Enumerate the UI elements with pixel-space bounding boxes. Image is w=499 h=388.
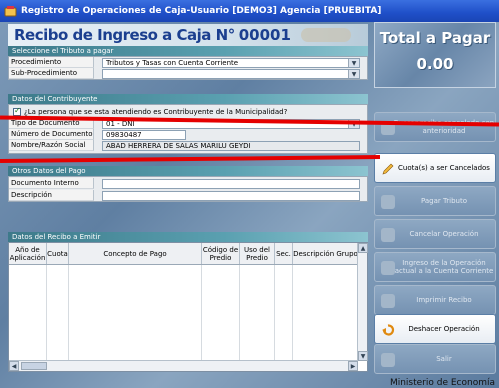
ingreso-cuenta-button[interactable]: Ingreso de la Operación actual a la Cuen… xyxy=(374,252,496,282)
table-column-divider xyxy=(240,265,275,360)
nombre-row: Nombre/Razón Social ABAD HERRERA DE SALA… xyxy=(9,140,367,151)
cancel-icon xyxy=(381,228,395,242)
total-box: Total a Pagar 0.00 xyxy=(374,22,496,88)
table-column-divider xyxy=(69,265,202,360)
scroll-down-icon[interactable]: ▼ xyxy=(358,351,368,361)
doc-interno-label: Documento Interno xyxy=(9,178,94,189)
table-header-row: Año de Aplicación Cuota Concepto de Pago… xyxy=(9,243,358,265)
doc-interno-input[interactable] xyxy=(102,178,360,189)
chevron-down-icon[interactable]: ▼ xyxy=(348,58,359,67)
table-body xyxy=(9,265,358,360)
table-horizontal-scrollbar[interactable]: ◀ ▶ xyxy=(9,360,358,371)
column-header[interactable]: Concepto de Pago xyxy=(69,243,202,264)
descripcion-input[interactable] xyxy=(102,190,360,201)
column-header[interactable]: Sec. xyxy=(275,243,293,264)
imprimir-recibo-label: Imprimir Recibo xyxy=(416,296,472,304)
num-doc-input[interactable]: 09830487 xyxy=(102,129,186,140)
table-column-divider xyxy=(9,265,47,360)
imprimir-recibo-button[interactable]: Imprimir Recibo xyxy=(374,285,496,315)
recibo-seal-decoration xyxy=(300,28,351,42)
doc-interno-row: Documento Interno xyxy=(9,178,367,189)
procedimiento-label: Procedimiento xyxy=(9,57,94,68)
pencil-icon xyxy=(382,163,394,175)
app-icon xyxy=(4,5,17,16)
table-column-divider xyxy=(202,265,240,360)
total-value: 0.00 xyxy=(416,55,454,73)
printer-icon xyxy=(381,294,395,308)
descripcion-row: Descripción xyxy=(9,190,367,201)
column-header[interactable]: Código de Predio xyxy=(202,243,240,264)
procedimiento-row: Procedimiento Tributos y Tasas con Cuent… xyxy=(9,57,367,68)
total-label: Total a Pagar xyxy=(379,29,491,47)
num-doc-row: Número de Documento 09830487 xyxy=(9,129,367,140)
cancelar-operacion-label: Cancelar Operación xyxy=(409,230,479,238)
cuotas-button[interactable]: Cuota(s) a ser Cancelados xyxy=(374,153,496,183)
window-title: Registro de Operaciones de Caja-Usuario … xyxy=(21,6,382,16)
column-header[interactable]: Descripción Grupo xyxy=(293,243,358,264)
deshacer-operacion-button[interactable]: Deshacer Operación xyxy=(374,314,496,344)
pagar-tributo-button[interactable]: Pagar Tributo xyxy=(374,186,496,216)
recibo-number: 00001 xyxy=(238,26,291,44)
salir-label: Salir xyxy=(436,355,452,363)
scroll-right-icon[interactable]: ▶ xyxy=(348,361,358,371)
subprocedimiento-label: Sub-Procedimiento xyxy=(9,68,94,79)
contribuyente-section-header: Datos del Contribuyente xyxy=(8,94,368,104)
descripcion-label: Descripción xyxy=(9,190,94,201)
cancelar-operacion-button[interactable]: Cancelar Operación xyxy=(374,219,496,249)
footer-ministerio-text: Ministerio de Economía xyxy=(389,378,495,388)
contribuyente-panel: ¿La persona que se esta atendiendo es Co… xyxy=(8,104,368,154)
scroll-thumb[interactable] xyxy=(21,362,47,370)
exit-icon xyxy=(381,353,395,367)
procedimiento-value: Tributos y Tasas con Cuenta Corriente xyxy=(106,58,239,67)
otros-panel: Documento Interno Descripción xyxy=(8,176,368,202)
pagar-tributo-label: Pagar Tributo xyxy=(420,197,467,205)
recibo-header: Recibo de Ingreso a Caja N° 00001 xyxy=(8,24,368,46)
column-header[interactable]: Uso del Predio xyxy=(240,243,275,264)
table-column-divider xyxy=(293,265,358,360)
window-titlebar: Registro de Operaciones de Caja-Usuario … xyxy=(0,0,499,22)
nombre-field: ABAD HERRERA DE SALAS MARILU GEYDI xyxy=(102,140,360,151)
document-icon xyxy=(381,261,395,275)
cuotas-label: Cuota(s) a ser Cancelados xyxy=(398,164,490,172)
contribuyente-check-label: ¿La persona que se esta atendiendo es Co… xyxy=(24,107,288,116)
procedimiento-select[interactable]: Tributos y Tasas con Cuenta Corriente ▼ xyxy=(102,57,360,68)
nombre-label: Nombre/Razón Social xyxy=(9,140,94,151)
column-header[interactable]: Cuota xyxy=(47,243,69,264)
buscar-recibo-button[interactable]: Buscar recibo cancelado con anterioridad xyxy=(374,112,496,142)
tributo-panel: Procedimiento Tributos y Tasas con Cuent… xyxy=(8,56,368,80)
contribuyente-check-row: ¿La persona que se esta atendiendo es Co… xyxy=(13,106,368,117)
money-icon xyxy=(381,195,395,209)
table-vertical-scrollbar[interactable]: ▲ ▼ xyxy=(357,243,368,361)
recibo-title: Recibo de Ingreso a Caja N° xyxy=(14,26,235,44)
otros-section-header: Otros Datos del Pago xyxy=(8,166,368,176)
column-header[interactable]: Año de Aplicación xyxy=(9,243,47,264)
recibo-table[interactable]: Año de Aplicación Cuota Concepto de Pago… xyxy=(8,242,368,372)
subprocedimiento-select[interactable]: ▼ xyxy=(102,68,360,79)
table-column-divider xyxy=(47,265,69,360)
subprocedimiento-row: Sub-Procedimiento ▼ xyxy=(9,68,367,79)
num-doc-label: Número de Documento xyxy=(9,129,94,140)
contribuyente-checkbox[interactable] xyxy=(13,106,21,116)
table-column-divider xyxy=(275,265,293,360)
ingreso-cuenta-label: Ingreso de la Operación actual a la Cuen… xyxy=(394,259,494,275)
deshacer-operacion-label: Deshacer Operación xyxy=(408,325,480,333)
table-section-header: Datos del Recibo a Emitir xyxy=(8,232,368,242)
salir-button[interactable]: Salir xyxy=(374,344,496,374)
tributo-section-header: Seleccione el Tributo a pagar xyxy=(8,46,368,56)
scroll-up-icon[interactable]: ▲ xyxy=(358,243,368,253)
chevron-down-icon[interactable]: ▼ xyxy=(348,69,359,78)
scroll-left-icon[interactable]: ◀ xyxy=(9,361,19,371)
undo-icon xyxy=(382,324,395,336)
